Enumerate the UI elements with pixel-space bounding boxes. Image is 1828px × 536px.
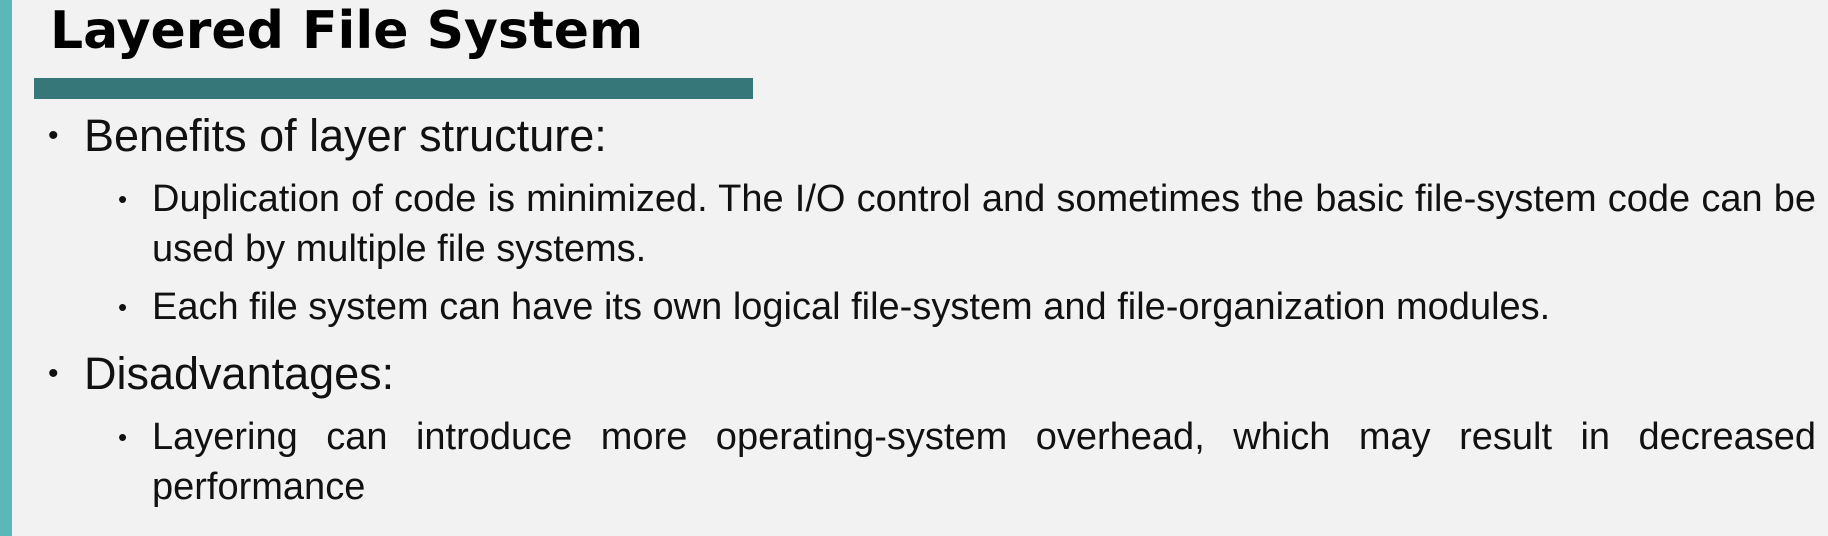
bullet-dot: •	[48, 357, 59, 390]
bullet-benefits: • Benefits of layer structure:	[48, 106, 1816, 166]
sub-bullet-text: Duplication of code is minimized. The I/…	[152, 178, 1816, 270]
sub-bullet-dot: •	[118, 422, 128, 452]
slide-title: Layered File System	[50, 1, 644, 61]
sub-bullet-code-duplication: • Duplication of code is minimized. The …	[118, 174, 1816, 274]
bullet-dot: •	[48, 119, 59, 152]
sub-bullet-overhead: • Layering can introduce more operating-…	[118, 412, 1816, 512]
sub-bullet-dot: •	[118, 184, 128, 214]
left-accent-bar	[0, 0, 12, 536]
sub-bullet-dot: •	[118, 292, 128, 322]
bullet-benefits-heading: Benefits of layer structure:	[84, 110, 607, 161]
sub-bullet-text: Each file system can have its own logica…	[152, 286, 1551, 328]
sub-bullet-text: Layering can introduce more operating-sy…	[152, 416, 1816, 508]
slide-content: • Benefits of layer structure: • Duplica…	[48, 106, 1816, 512]
bullet-disadvantages-heading: Disadvantages:	[84, 348, 395, 399]
bullet-disadvantages: • Disadvantages:	[48, 344, 1816, 404]
title-underline-bar	[34, 78, 753, 99]
sub-bullet-own-modules: • Each file system can have its own logi…	[118, 282, 1816, 332]
